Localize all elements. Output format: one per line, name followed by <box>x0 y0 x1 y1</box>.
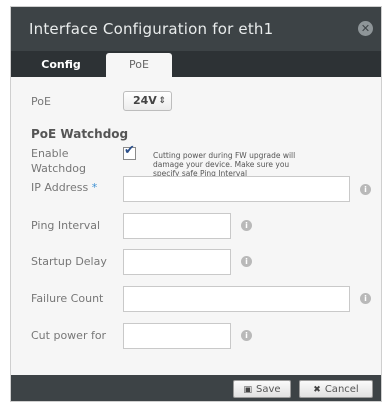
dialog-titlebar[interactable]: Interface Configuration for eth1 ✕ <box>11 7 381 51</box>
cut-power-for-label: Cut power for <box>31 329 107 342</box>
ping-interval-input[interactable] <box>123 213 231 239</box>
interface-config-dialog: Interface Configuration for eth1 ✕ Confi… <box>10 6 382 402</box>
info-icon[interactable]: i <box>241 330 252 341</box>
startup-delay-input[interactable] <box>123 249 231 275</box>
save-button-label: Save <box>255 384 281 395</box>
info-icon[interactable]: i <box>360 184 371 195</box>
dialog-title: Interface Configuration for eth1 <box>29 20 274 38</box>
watchdog-section-title: PoE Watchdog <box>31 127 129 141</box>
select-arrows-icon: ⇕ <box>158 96 166 106</box>
close-icon[interactable]: ✕ <box>358 21 373 36</box>
info-icon[interactable]: i <box>360 293 371 304</box>
warning-line: Cutting power during FW upgrade will <box>153 151 296 160</box>
ip-address-label-text: IP Address <box>31 181 89 194</box>
cancel-icon: ✖ <box>313 385 321 395</box>
checkmark-icon: ✔ <box>124 143 135 158</box>
warning-line: damage your device. Make sure you <box>153 160 290 169</box>
ping-interval-label: Ping Interval <box>31 219 101 232</box>
enable-watchdog-label-line1: Enable <box>31 147 69 160</box>
tab-bar: Config PoE <box>11 51 381 77</box>
poe-select[interactable]: 24V ⇕ <box>123 91 172 111</box>
watchdog-warning: Cutting power during FW upgrade will dam… <box>153 151 338 178</box>
tab-poe[interactable]: PoE <box>106 53 172 77</box>
info-icon[interactable]: i <box>241 220 252 231</box>
info-icon[interactable]: i <box>241 256 252 267</box>
cancel-button-label: Cancel <box>324 384 359 395</box>
save-button[interactable]: ▣ Save <box>233 380 291 398</box>
save-icon: ▣ <box>243 385 252 395</box>
enable-watchdog-checkbox[interactable]: ✔ <box>123 143 136 160</box>
enable-watchdog-label-line2: Watchdog <box>31 162 86 175</box>
poe-label: PoE <box>31 95 51 108</box>
dialog-footer: ▣ Save ✖ Cancel <box>11 375 381 401</box>
cut-power-for-input[interactable] <box>123 323 231 349</box>
tab-config[interactable]: Config <box>23 53 99 77</box>
required-marker: * <box>91 181 98 194</box>
cancel-button[interactable]: ✖ Cancel <box>299 380 373 398</box>
poe-select-value: 24V <box>133 94 157 107</box>
startup-delay-label: Startup Delay <box>31 255 107 268</box>
failure-count-label: Failure Count <box>31 292 104 305</box>
ip-address-input[interactable] <box>123 176 350 202</box>
ip-address-label: IP Address * <box>31 181 97 194</box>
failure-count-input[interactable] <box>123 286 350 312</box>
